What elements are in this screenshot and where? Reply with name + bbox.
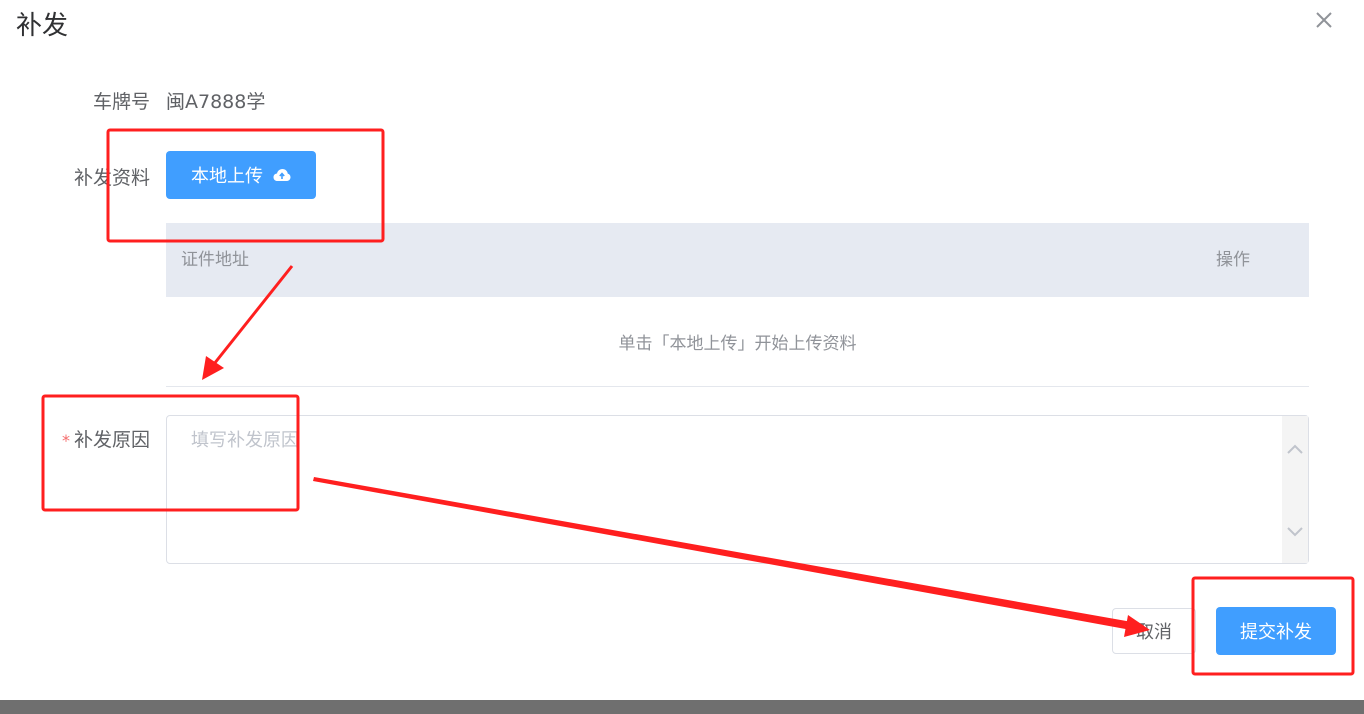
cancel-label: 取消 xyxy=(1136,622,1172,643)
upload-button-label: 本地上传 xyxy=(191,166,263,187)
submit-label: 提交补发 xyxy=(1240,622,1312,643)
required-mark: * xyxy=(61,431,70,450)
close-button[interactable] xyxy=(1312,8,1336,32)
reason-placeholder: 填写补发原因 xyxy=(191,430,299,451)
material-label: 补发资料 xyxy=(73,167,150,189)
textarea-scrollbar[interactable] xyxy=(1282,416,1308,563)
reason-label-text: 补发原因 xyxy=(73,429,150,451)
reason-label: * 补发原因 xyxy=(0,426,150,455)
cancel-button[interactable]: 取消 xyxy=(1112,608,1196,654)
column-header-address: 证件地址 xyxy=(181,250,249,270)
dialog-title: 补发 xyxy=(16,11,69,41)
local-upload-button[interactable]: 本地上传 xyxy=(166,151,316,199)
chevron-down-icon[interactable] xyxy=(1285,521,1305,541)
plate-value: 闽A7888学 xyxy=(166,91,266,113)
close-icon xyxy=(1316,12,1332,28)
column-header-action: 操作 xyxy=(1216,250,1250,270)
attachment-table-header: 证件地址 操作 xyxy=(166,223,1309,297)
plate-label: 车牌号 xyxy=(92,91,150,113)
table-empty-text: 单击「本地上传」开始上传资料 xyxy=(166,297,1309,387)
reason-textarea[interactable]: 填写补发原因 xyxy=(166,415,1309,564)
submit-button[interactable]: 提交补发 xyxy=(1216,607,1336,655)
empty-text: 单击「本地上传」开始上传资料 xyxy=(618,334,857,354)
chevron-up-icon[interactable] xyxy=(1285,440,1305,460)
bottom-bar xyxy=(0,700,1364,714)
cloud-upload-icon xyxy=(273,169,291,181)
